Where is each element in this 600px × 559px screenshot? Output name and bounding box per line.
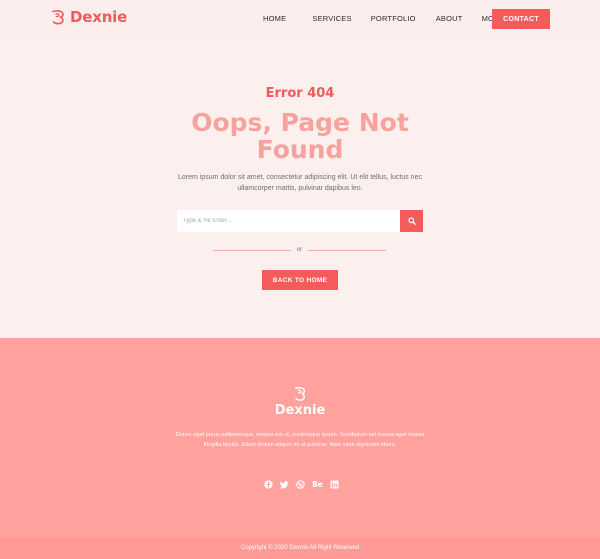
divider-line-right <box>308 249 386 251</box>
logo[interactable]: Dexnie <box>50 8 127 26</box>
back-to-home-button[interactable]: BACK TO HOME <box>262 270 338 290</box>
nav-item-services[interactable]: SERVICES <box>312 14 351 23</box>
nav-item-about[interactable]: ABOUT <box>436 14 463 23</box>
logo-mark-icon <box>52 10 64 25</box>
error-description: Lorem ipsum dolor sit amet, consectetur … <box>178 174 422 192</box>
error-code: Error 404 <box>265 86 335 101</box>
search-form <box>177 210 423 232</box>
footer-description: Donec eget purus pellentesque, tempor es… <box>175 432 425 448</box>
site-header: Dexnie HOME SERVICES PORTFOLIO ABOUT MOR… <box>0 0 600 38</box>
page-title: Oops, Page Not Found <box>191 108 409 164</box>
search-button[interactable] <box>400 210 423 232</box>
footer-logo-mark-icon <box>294 387 306 401</box>
linkedin-icon[interactable] <box>330 480 339 489</box>
footer-brand-name: Dexnie <box>274 403 326 418</box>
or-text: or <box>296 247 303 253</box>
social-links: Be <box>264 480 339 489</box>
logo-text: Dexnie <box>70 8 128 26</box>
or-divider: or <box>213 247 386 253</box>
search-icon <box>407 217 416 225</box>
main-nav: HOME SERVICES PORTFOLIO ABOUT MORE <box>263 14 516 23</box>
behance-icon[interactable]: Be <box>312 480 323 489</box>
nav-item-portfolio[interactable]: PORTFOLIO <box>371 14 416 23</box>
divider-line-left <box>213 249 291 251</box>
search-input[interactable] <box>177 210 400 232</box>
twitter-icon[interactable] <box>280 480 289 489</box>
contact-button[interactable]: CONTACT <box>492 9 550 29</box>
facebook-icon[interactable] <box>264 480 273 489</box>
nav-item-home[interactable]: HOME <box>263 14 286 23</box>
copyright-text: Copyright © 2020 Dexnie All Right Reserv… <box>240 545 360 551</box>
footer-logo[interactable] <box>0 386 600 402</box>
dribbble-icon[interactable] <box>296 480 305 489</box>
